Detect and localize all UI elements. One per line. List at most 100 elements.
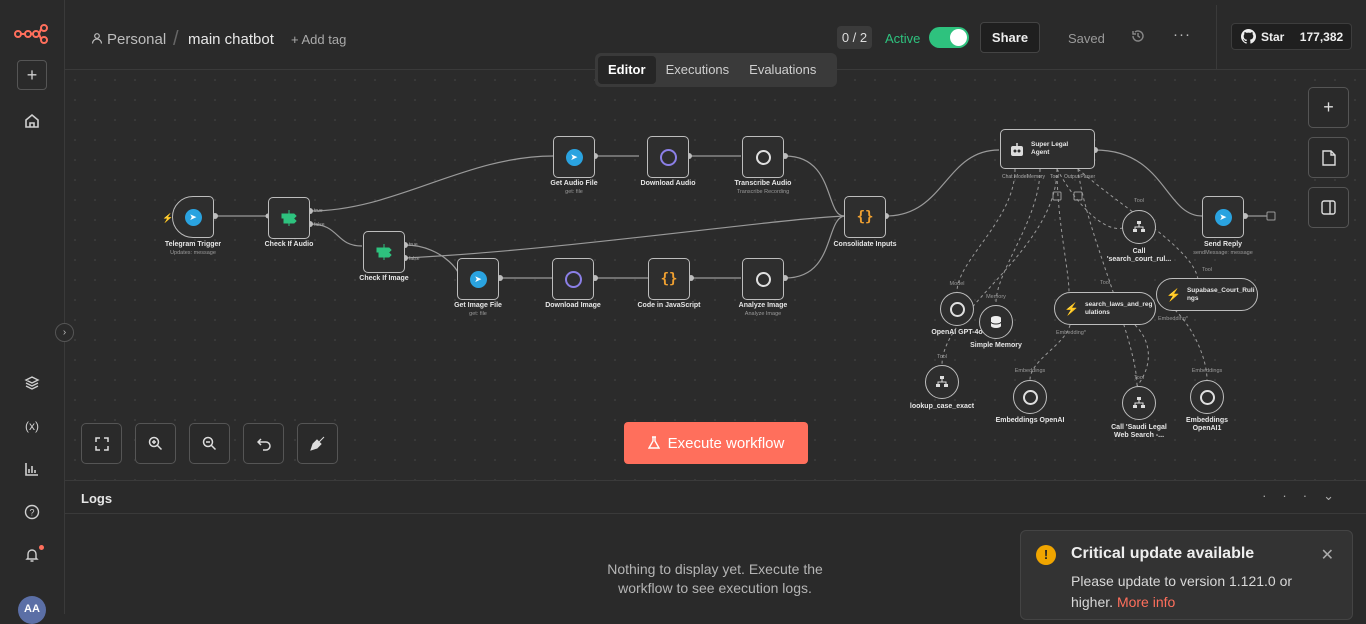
tab-evaluations[interactable]: Evaluations xyxy=(739,56,826,84)
help-icon[interactable]: ? xyxy=(17,497,47,527)
tab-executions[interactable]: Executions xyxy=(656,56,740,84)
download-image-node[interactable] xyxy=(552,258,594,300)
port-false-label: false xyxy=(314,222,325,228)
vector-store-icon: ⚡ xyxy=(1064,301,1079,316)
node-subtitle: sendMessage: message xyxy=(1193,250,1253,256)
node-label: lookup_case_exact xyxy=(909,403,975,410)
embedding-tag: Embedding* xyxy=(1158,316,1188,322)
search-laws-tool-node[interactable]: ⚡ search_laws_and_regulations xyxy=(1054,292,1156,325)
sticky-note-button[interactable] xyxy=(1308,137,1349,178)
insights-icon[interactable] xyxy=(17,454,47,484)
workflow-name[interactable]: main chatbot xyxy=(188,31,274,48)
toast-title: Critical update available xyxy=(1071,545,1255,562)
left-sidebar: + (x) ? AA xyxy=(0,0,65,624)
tool-tag: Tool xyxy=(1201,267,1213,273)
share-button[interactable]: Share xyxy=(980,22,1040,53)
toggle-panel-button[interactable] xyxy=(1308,187,1349,228)
ai-agent-node[interactable]: Super Legal Agent xyxy=(1000,129,1095,169)
zoom-in-button[interactable] xyxy=(135,423,176,464)
templates-icon[interactable] xyxy=(17,368,47,398)
saved-status: Saved xyxy=(1068,31,1105,46)
openai-icon xyxy=(1022,389,1038,405)
node-label: Send Reply xyxy=(1203,241,1243,248)
transcribe-audio-node[interactable] xyxy=(742,136,784,178)
zoom-out-icon xyxy=(202,436,217,451)
zoom-out-button[interactable] xyxy=(189,423,230,464)
consolidate-inputs-node[interactable]: {} xyxy=(844,196,886,238)
active-label: Active xyxy=(885,31,921,46)
breadcrumb-project[interactable]: Personal xyxy=(91,31,166,48)
node-label: Transcribe Audio xyxy=(734,180,792,187)
simple-memory-node[interactable] xyxy=(979,305,1013,339)
embeddings-tag: Embeddings xyxy=(1191,368,1223,374)
download-audio-node[interactable] xyxy=(647,136,689,178)
tool-tag: Tool xyxy=(1133,198,1145,204)
switch-icon xyxy=(281,210,297,226)
node-subtitle: get: file xyxy=(469,311,487,317)
call-saudi-search-tool-node[interactable] xyxy=(1122,386,1156,420)
fit-view-button[interactable] xyxy=(81,423,122,464)
analyze-image-node[interactable] xyxy=(742,258,784,300)
toast-message: Please update to version 1.121.0 or high… xyxy=(1071,573,1293,610)
create-button[interactable]: + xyxy=(17,60,47,90)
code-javascript-node[interactable]: {} xyxy=(648,258,690,300)
flask-icon xyxy=(647,436,660,449)
node-label: Telegram Trigger xyxy=(164,241,222,248)
workflow-icon xyxy=(1133,221,1145,232)
more-icon[interactable]: ··· xyxy=(1262,488,1323,503)
get-audio-file-node[interactable]: ➤ xyxy=(553,136,595,178)
openai-model-node[interactable] xyxy=(940,292,974,326)
database-icon xyxy=(990,316,1002,328)
home-icon[interactable] xyxy=(17,106,47,136)
model-tag: Model xyxy=(949,281,965,287)
telegram-trigger-node[interactable]: ➤ xyxy=(172,196,214,238)
node-label: OpenAI GPT-4o xyxy=(931,329,983,336)
lookup-case-tool-node[interactable] xyxy=(925,365,959,399)
logs-panel-header[interactable]: Logs ···⌄ xyxy=(65,480,1366,514)
github-star-button[interactable]: Star xyxy=(1231,23,1293,50)
breadcrumb-separator: / xyxy=(173,28,179,50)
tab-editor[interactable]: Editor xyxy=(598,56,656,84)
telegram-icon: ➤ xyxy=(469,270,487,288)
variables-icon[interactable]: (x) xyxy=(17,411,47,441)
code-icon: {} xyxy=(856,209,874,225)
svg-text:?: ? xyxy=(29,508,34,518)
check-audio-node[interactable] xyxy=(268,197,310,239)
history-icon[interactable] xyxy=(1131,29,1145,46)
tool-tag: Tool xyxy=(936,354,948,360)
tidy-up-button[interactable] xyxy=(297,423,338,464)
close-icon[interactable]: ✕ xyxy=(1321,545,1334,565)
globe-icon xyxy=(564,270,582,288)
add-tag-button[interactable]: + Add tag xyxy=(291,32,346,47)
n8n-logo[interactable] xyxy=(14,24,48,49)
embeddings-openai-node[interactable] xyxy=(1013,380,1047,414)
execute-workflow-button[interactable]: Execute workflow xyxy=(624,422,808,464)
openai-icon xyxy=(949,301,965,317)
logs-controls[interactable]: ···⌄ xyxy=(1262,488,1350,504)
supabase-court-tool-node[interactable]: ⚡ Supabase_Court_Rulings xyxy=(1156,278,1258,311)
logs-empty-state: Nothing to display yet. Execute the work… xyxy=(607,561,823,596)
more-options-icon[interactable]: ··· xyxy=(1173,26,1191,43)
avatar[interactable]: AA xyxy=(18,596,46,624)
check-image-node[interactable] xyxy=(363,231,405,273)
call-court-tool-node[interactable] xyxy=(1122,210,1156,244)
vector-store-icon: ⚡ xyxy=(1166,287,1181,302)
node-label: Download Image xyxy=(545,302,601,309)
node-label: Call 'Saudi Legal Web Search -... xyxy=(1111,424,1167,439)
get-image-file-node[interactable]: ➤ xyxy=(457,258,499,300)
embeddings-openai1-node[interactable] xyxy=(1190,380,1224,414)
github-star-count[interactable]: 177,382 xyxy=(1292,23,1352,50)
node-label: Get Audio File xyxy=(550,180,598,187)
active-toggle[interactable] xyxy=(929,27,969,48)
node-label: Check If Audio xyxy=(264,241,314,248)
node-subtitle: Updates: message xyxy=(170,250,216,256)
undo-button[interactable] xyxy=(243,423,284,464)
add-node-button[interactable]: + xyxy=(1308,87,1349,128)
chevron-down-icon[interactable]: ⌄ xyxy=(1323,488,1350,503)
send-reply-node[interactable]: ➤ xyxy=(1202,196,1244,238)
expand-sidebar-button[interactable]: › xyxy=(55,323,74,342)
openai-icon xyxy=(1199,389,1215,405)
more-info-link[interactable]: More info xyxy=(1117,594,1175,610)
workflow-canvas[interactable]: ⚡ ➤ Telegram Trigger Updates: message Ch… xyxy=(65,70,1366,480)
workflow-icon xyxy=(936,376,948,387)
